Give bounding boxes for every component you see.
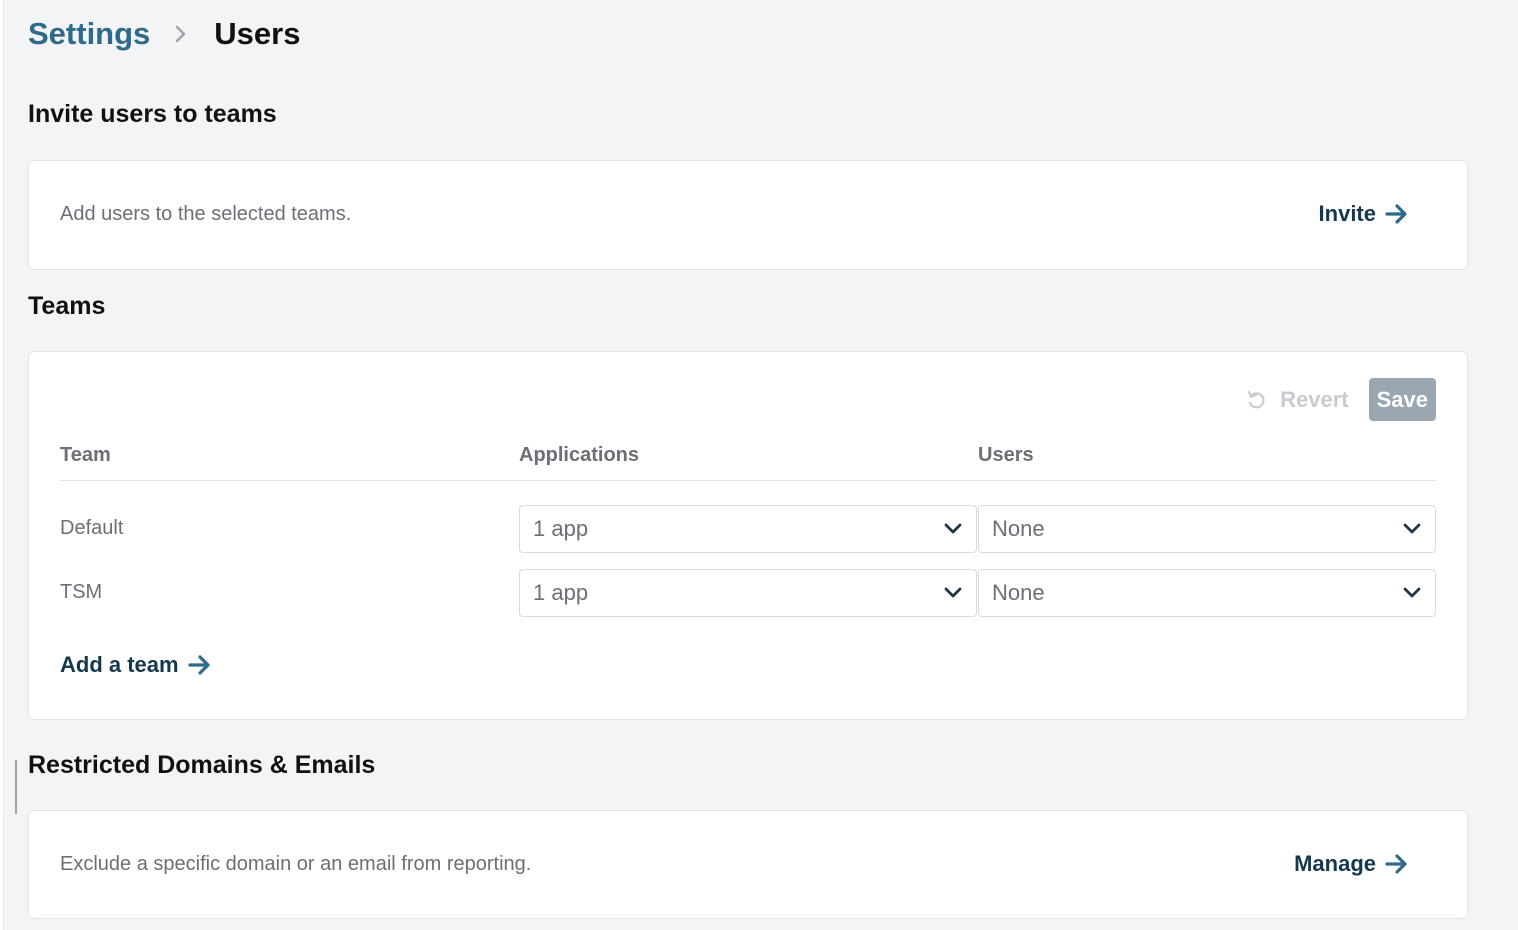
team-name: TSM xyxy=(60,581,103,603)
page-title: Users xyxy=(214,16,301,51)
restricted-section-title: Restricted Domains & Emails xyxy=(28,751,376,779)
column-header-applications: Applications xyxy=(519,444,640,466)
sidebar-edge xyxy=(0,0,4,930)
invite-button-label: Invite xyxy=(1318,201,1376,226)
restricted-card: Exclude a specific domain or an email fr… xyxy=(28,810,1468,919)
teams-card: Revert Save Team Applications Users Defa… xyxy=(28,351,1468,720)
save-button[interactable]: Save xyxy=(1368,378,1436,421)
applications-select[interactable]: 1 app xyxy=(519,569,977,617)
invite-button[interactable]: Invite xyxy=(1319,201,1409,227)
users-select[interactable]: None xyxy=(978,569,1436,617)
chevron-down-icon xyxy=(1402,522,1422,536)
applications-select[interactable]: 1 app xyxy=(519,505,977,553)
chevron-right-icon xyxy=(174,24,188,44)
column-header-users: Users xyxy=(978,444,1034,466)
manage-button[interactable]: Manage xyxy=(1294,851,1409,877)
teams-toolbar: Revert Save xyxy=(1246,378,1436,421)
undo-icon xyxy=(1246,389,1266,411)
breadcrumb-settings-link[interactable]: Settings xyxy=(28,16,150,52)
invite-description: Add users to the selected teams. xyxy=(60,203,352,225)
resize-handle[interactable] xyxy=(15,760,17,814)
teams-table-header: Team Applications Users xyxy=(60,442,1436,481)
revert-button[interactable]: Revert xyxy=(1246,386,1349,413)
table-row: Default 1 app None xyxy=(60,505,1436,553)
chevron-down-icon xyxy=(943,586,963,600)
chevron-down-icon xyxy=(943,522,963,536)
arrow-right-icon xyxy=(1385,203,1409,225)
team-name: Default xyxy=(60,517,124,539)
arrow-right-icon xyxy=(187,654,212,676)
column-header-team: Team xyxy=(60,444,111,466)
restricted-description: Exclude a specific domain or an email fr… xyxy=(60,853,532,875)
manage-button-label: Manage xyxy=(1294,851,1376,876)
applications-select-value: 1 app xyxy=(533,516,589,541)
add-team-button[interactable]: Add a team xyxy=(60,652,212,678)
chevron-down-icon xyxy=(1402,586,1422,600)
add-team-label: Add a team xyxy=(60,652,179,677)
invite-card: Add users to the selected teams. Invite xyxy=(28,160,1468,270)
users-select[interactable]: None xyxy=(978,505,1436,553)
users-select-value: None xyxy=(992,516,1045,541)
applications-select-value: 1 app xyxy=(533,580,589,605)
teams-section-title: Teams xyxy=(28,292,106,320)
users-select-value: None xyxy=(992,580,1045,605)
table-row: TSM 1 app None xyxy=(60,569,1436,617)
revert-label: Revert xyxy=(1280,386,1349,412)
breadcrumb: Settings Users xyxy=(28,14,300,54)
invite-section-title: Invite users to teams xyxy=(28,100,277,128)
arrow-right-icon xyxy=(1385,853,1409,875)
